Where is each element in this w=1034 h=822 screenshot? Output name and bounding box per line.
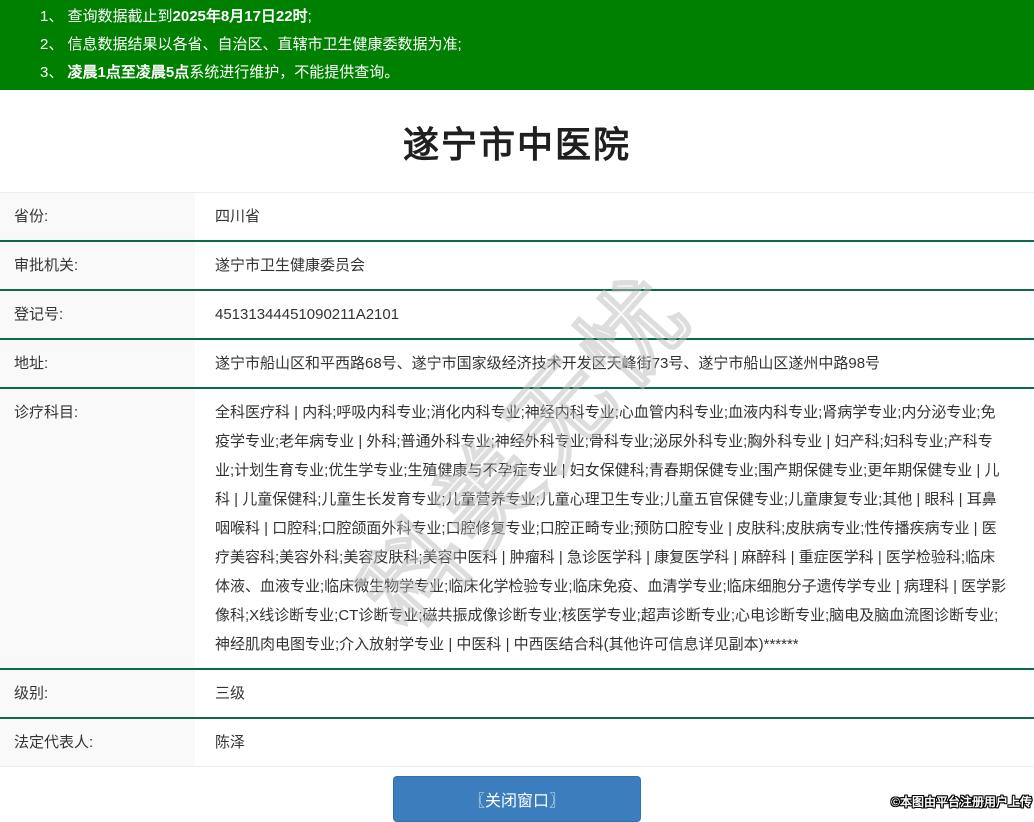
notice-text: 1、 查询数据截止到	[40, 8, 173, 25]
row-value: 遂宁市卫生健康委员会	[195, 242, 1034, 289]
table-row: 诊疗科目: 全科医疗科 | 内科;呼吸内科专业;消化内科专业;神经内科专业;心血管…	[0, 387, 1034, 668]
close-window-button[interactable]: 〖关闭窗口〗	[393, 776, 641, 822]
details-table: 省份: 四川省 审批机关: 遂宁市卫生健康委员会 登记号: 451313444510902…	[0, 192, 1034, 767]
table-row: 审批机关: 遂宁市卫生健康委员会	[0, 240, 1034, 289]
notice-item: 2、 信息数据结果以各省、自治区、直辖市卫生健康委数据为准;	[40, 31, 1024, 59]
close-button-area: 〖关闭窗口〗	[0, 776, 1034, 822]
table-row: 级别: 三级	[0, 668, 1034, 717]
notice-highlight: 凌晨1点至凌晨5点	[67, 64, 190, 81]
notice-banner: 1、 查询数据截止到2025年8月17日22时; 2、 信息数据结果以各省、自治区…	[0, 0, 1034, 90]
notice-item: 1、 查询数据截止到2025年8月17日22时;	[40, 3, 1024, 31]
row-label: 法定代表人:	[0, 719, 195, 766]
notice-item: 3、 凌晨1点至凌晨5点系统进行维护，不能提供查询。	[40, 59, 1024, 87]
footer-upload-note: ©本图由平台注册用户上传	[891, 795, 1032, 809]
table-row: 地址: 遂宁市船山区和平西路68号、遂宁市国家级经济技术开发区天峰街73号、遂宁市…	[0, 338, 1034, 387]
table-row: 登记号: 45131344451090211A2101	[0, 289, 1034, 338]
notice-text: ;	[307, 8, 312, 25]
table-row: 法定代表人: 陈泽	[0, 717, 1034, 767]
row-label: 诊疗科目:	[0, 389, 195, 668]
notice-text: 3、	[40, 64, 68, 81]
notice-list: 1、 查询数据截止到2025年8月17日22时; 2、 信息数据结果以各省、自治区…	[40, 3, 1024, 87]
page-title: 遂宁市中医院	[402, 124, 631, 165]
row-value: 45131344451090211A2101	[195, 291, 1034, 338]
row-value: 三级	[195, 670, 1034, 717]
row-label: 审批机关:	[0, 242, 195, 289]
row-label: 省份:	[0, 193, 195, 240]
notice-text: 2、 信息数据结果以各省、自治区、直辖市卫生健康委数据为准;	[40, 36, 462, 53]
row-value: 遂宁市船山区和平西路68号、遂宁市国家级经济技术开发区天峰街73号、遂宁市船山区…	[195, 340, 1034, 387]
row-label: 地址:	[0, 340, 195, 387]
row-label: 级别:	[0, 670, 195, 717]
notice-highlight: 2025年8月17日22时	[172, 8, 308, 25]
notice-text: 系统进行维护，不能提供查询。	[189, 64, 400, 81]
row-value: 陈泽	[195, 719, 1034, 766]
row-value: 全科医疗科 | 内科;呼吸内科专业;消化内科专业;神经内科专业;心血管内科专业;…	[195, 389, 1034, 668]
row-value: 四川省	[195, 193, 1034, 240]
table-row: 省份: 四川省	[0, 192, 1034, 240]
row-label: 登记号:	[0, 291, 195, 338]
